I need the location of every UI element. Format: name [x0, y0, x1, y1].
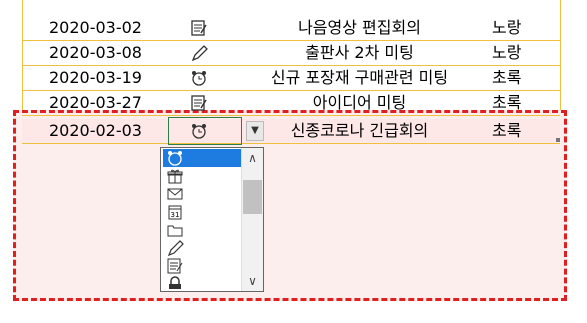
scroll-up-button[interactable]: ∧ — [242, 148, 263, 168]
icon-dropdown-list[interactable]: 31 ∧ ∨ — [160, 147, 264, 292]
date-cell[interactable]: 2020-03-02 — [49, 16, 169, 40]
active-cell-outline[interactable] — [168, 117, 242, 145]
title-cell[interactable]: 아이디어 미팅 — [242, 91, 477, 115]
alarm-clock-icon — [168, 151, 182, 166]
dropdown-item-memo[interactable] — [163, 257, 241, 275]
dropdown-item-envelope[interactable] — [163, 185, 241, 203]
dropdown-item-folder[interactable] — [163, 221, 241, 239]
dropdown-item-calendar[interactable]: 31 — [163, 203, 241, 221]
title-cell[interactable]: 나음영상 편집회의 — [242, 16, 477, 40]
dropdown-item-pencil[interactable] — [163, 239, 241, 257]
dropdown-item-gift[interactable] — [163, 167, 241, 185]
dropdown-scrollbar[interactable]: ∧ ∨ — [241, 148, 263, 291]
date-cell[interactable]: 2020-03-08 — [49, 41, 169, 65]
folder-icon — [167, 225, 183, 237]
date-cell[interactable]: 2020-02-03 — [49, 119, 169, 143]
date-cell[interactable]: 2020-03-27 — [49, 91, 169, 115]
color-cell[interactable]: 노랑 — [492, 41, 542, 65]
dropdown-item-lock[interactable] — [163, 275, 241, 289]
color-cell[interactable]: 초록 — [492, 119, 542, 143]
dropdown-toggle-button[interactable]: ▼ — [246, 121, 264, 141]
color-cell[interactable]: 초록 — [492, 66, 542, 90]
calendar-icon: 31 — [168, 205, 182, 220]
table-row[interactable]: 2020-03-02 나음영상 편집회의 노랑 — [22, 16, 560, 41]
table-row-active[interactable]: 2020-02-03 신종코로나 긴급회의 초록 — [22, 119, 560, 144]
scroll-thumb[interactable] — [243, 180, 262, 214]
gift-icon — [167, 169, 183, 184]
memo-icon[interactable] — [190, 19, 210, 37]
svg-text:31: 31 — [171, 211, 180, 219]
dropdown-item-alarm-clock[interactable] — [163, 149, 241, 167]
table-row[interactable]: 2020-03-19 신규 포장재 구매관련 미팅 초록 — [22, 66, 560, 91]
table-row[interactable]: 2020-03-08 출판사 2차 미팅 노랑 — [22, 41, 560, 66]
envelope-icon — [167, 188, 183, 200]
title-cell[interactable]: 신종코로나 긴급회의 — [242, 119, 477, 143]
scroll-down-button[interactable]: ∨ — [242, 271, 263, 291]
lock-icon — [169, 276, 181, 289]
fill-handle[interactable] — [556, 138, 560, 142]
title-cell[interactable]: 출판사 2차 미팅 — [242, 41, 477, 65]
memo-icon — [167, 258, 183, 274]
memo-icon[interactable] — [190, 94, 210, 112]
table-row[interactable]: 2020-03-27 아이디어 미팅 초록 — [22, 91, 560, 116]
alarm-clock-icon[interactable] — [190, 69, 210, 87]
pencil-icon — [167, 240, 184, 257]
pencil-icon[interactable] — [190, 44, 210, 62]
date-cell[interactable]: 2020-03-19 — [49, 66, 169, 90]
spreadsheet-area: 2020-03-02 나음영상 편집회의 노랑 2020-03-08 출판사 2… — [0, 0, 587, 323]
title-cell[interactable]: 신규 포장재 구매관련 미팅 — [242, 66, 477, 90]
color-cell[interactable]: 노랑 — [492, 16, 542, 40]
color-cell[interactable]: 초록 — [492, 91, 542, 115]
